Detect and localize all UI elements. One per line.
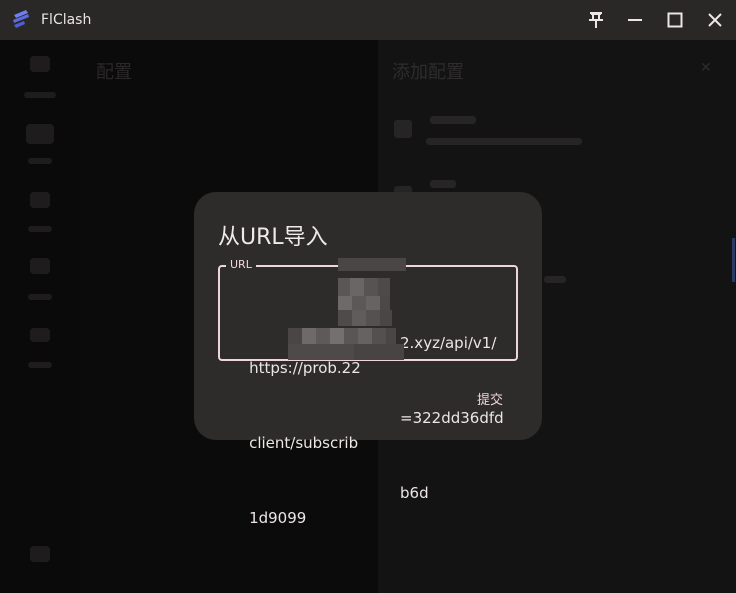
nav-icon: [30, 258, 50, 274]
minimize-button[interactable]: [621, 6, 649, 34]
maximize-button[interactable]: [661, 6, 689, 34]
panel-title: 添加配置: [392, 62, 464, 83]
nav-label: [28, 226, 52, 232]
url-text-line: client/subscrib: [249, 434, 359, 452]
url-text-line: 2.xyz/api/v1/: [400, 334, 497, 352]
nav-icon: [30, 56, 50, 72]
url-input-label: URL: [226, 258, 256, 271]
nav-label: [24, 92, 56, 98]
close-icon: [708, 13, 722, 27]
maximize-icon: [667, 12, 683, 28]
dialog-title: 从URL导入: [218, 225, 328, 250]
panel-item-icon: [394, 120, 412, 138]
panel-close-icon[interactable]: ✕: [700, 60, 712, 76]
pin-button[interactable]: [582, 6, 610, 34]
nav-icon: [30, 546, 50, 562]
nav-icon: [30, 192, 50, 208]
pin-icon: [589, 12, 603, 28]
panel-item-subtitle: [426, 138, 582, 145]
flclash-logo-icon: [13, 10, 29, 28]
close-button[interactable]: [701, 6, 729, 34]
panel-item-title: [430, 180, 456, 188]
panel-accent-bar: [732, 238, 735, 282]
nav-icon: [30, 328, 50, 342]
redaction-mosaic: [288, 258, 406, 360]
nav-label: [28, 362, 52, 368]
submit-button[interactable]: 提交: [466, 386, 514, 416]
panel-item-title: [430, 116, 476, 124]
page-title: 配置: [96, 62, 132, 83]
window-title: FlClash: [41, 12, 92, 28]
url-text-line: 1d9099: [249, 509, 307, 527]
nav-label: [28, 294, 52, 300]
nav-icon: [26, 124, 54, 144]
title-bar: FlClash: [0, 0, 736, 40]
navigation-rail: [0, 40, 80, 593]
nav-label: [28, 158, 52, 164]
panel-item-subtitle: [544, 276, 566, 283]
minimize-icon: [628, 19, 642, 21]
url-text-line: b6d: [400, 484, 429, 502]
